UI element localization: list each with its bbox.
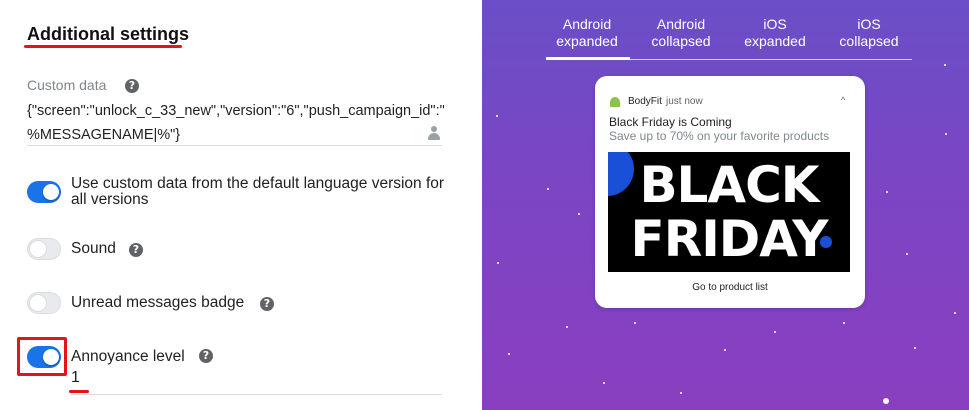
help-icon[interactable]: ? <box>260 297 274 311</box>
notification-body: Save up to 70% on your favorite products <box>609 129 830 143</box>
star-decoration <box>883 398 889 404</box>
star-decoration <box>497 262 499 264</box>
tab-label: expanded <box>744 33 806 49</box>
tab-label: collapsed <box>839 33 899 49</box>
use-custom-data-label: Use custom data from the default languag… <box>71 175 445 208</box>
annoyance-annotation-underline <box>69 390 89 393</box>
annoyance-level-input[interactable]: 1 <box>71 369 80 387</box>
annoyance-field-underline <box>71 394 442 395</box>
notification-title: Black Friday is Coming <box>609 115 732 129</box>
annoyance-toggle[interactable] <box>27 346 61 368</box>
tab-android-collapsed[interactable]: Android collapsed <box>640 16 722 50</box>
tab-label: collapsed <box>651 33 711 49</box>
star-decoration <box>914 347 916 349</box>
custom-data-underline <box>27 145 442 146</box>
chevron-up-icon[interactable]: ^ <box>841 95 845 105</box>
preview-panel: Android expanded Android collapsed iOS e… <box>482 0 969 410</box>
tab-label: Android <box>562 16 612 32</box>
star-decoration <box>945 133 947 135</box>
sound-label: Sound <box>71 240 116 257</box>
personalization-icon[interactable] <box>428 126 440 142</box>
tab-label: iOS <box>857 16 881 32</box>
sound-toggle[interactable] <box>27 238 61 260</box>
star-decoration <box>774 331 776 333</box>
star-decoration <box>496 115 498 117</box>
toggle-knob <box>43 349 59 365</box>
star-decoration <box>906 253 908 255</box>
unread-badge-label: Unread messages badge <box>71 294 245 311</box>
notification-image: BLACK FRIDAY <box>608 152 850 272</box>
help-icon[interactable]: ? <box>125 79 139 93</box>
star-decoration <box>578 213 580 215</box>
unread-badge-toggle[interactable] <box>27 292 61 314</box>
custom-data-input[interactable]: {"screen":"unlock_c_33_new","version":"6… <box>27 99 445 147</box>
toggle-knob <box>29 294 47 312</box>
notification-time: just now <box>666 96 703 107</box>
tab-label: Android <box>656 16 706 32</box>
star-decoration <box>724 349 726 351</box>
preview-tabs: Android expanded Android collapsed iOS e… <box>546 16 912 60</box>
active-tab-indicator <box>546 57 630 60</box>
toggle-knob <box>43 184 59 200</box>
section-title: Additional settings <box>27 24 189 44</box>
notification-card[interactable]: BodyFit just now ^ Black Friday is Comin… <box>595 76 865 308</box>
toggle-knob <box>29 240 47 258</box>
star-decoration <box>680 392 682 394</box>
title-annotation-underline <box>24 45 182 48</box>
android-icon <box>609 97 621 107</box>
star-decoration <box>944 64 946 66</box>
star-decoration <box>566 326 568 328</box>
use-custom-data-toggle[interactable] <box>27 181 61 203</box>
help-icon[interactable]: ? <box>129 243 143 257</box>
help-icon[interactable]: ? <box>199 349 213 363</box>
star-decoration <box>886 191 888 193</box>
tab-label: iOS <box>763 16 787 32</box>
star-decoration <box>547 188 549 190</box>
tab-ios-expanded[interactable]: iOS expanded <box>734 16 816 50</box>
star-decoration <box>634 322 636 324</box>
settings-panel: Additional settings Custom data ? {"scre… <box>0 0 482 410</box>
notification-app-name: BodyFit <box>628 96 662 107</box>
tab-label: expanded <box>556 33 618 49</box>
tab-ios-collapsed[interactable]: iOS collapsed <box>828 16 910 50</box>
annoyance-label: Annoyance level <box>71 348 185 365</box>
image-text: BLACK <box>639 156 819 214</box>
notification-action-button[interactable]: Go to product list <box>595 282 865 293</box>
image-text: FRIDAY <box>630 210 829 268</box>
star-decoration <box>508 353 510 355</box>
star-decoration <box>954 312 956 314</box>
star-decoration <box>843 322 845 324</box>
star-decoration <box>603 382 605 384</box>
custom-data-label: Custom data <box>27 77 107 93</box>
tab-android-expanded[interactable]: Android expanded <box>546 16 628 50</box>
